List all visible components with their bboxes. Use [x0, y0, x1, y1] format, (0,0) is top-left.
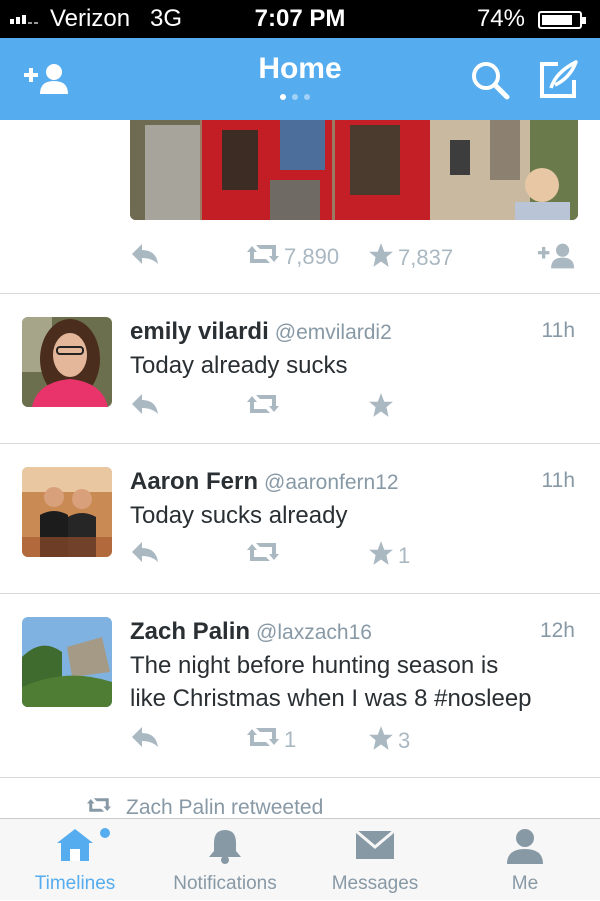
divider — [0, 293, 600, 294]
retweet-icon — [246, 725, 280, 755]
bell-icon — [206, 827, 244, 870]
star-icon — [368, 242, 394, 274]
avatar[interactable] — [22, 467, 112, 557]
tweet-text: The night before hunting season is like C… — [130, 652, 532, 712]
tweet-handle: @emvilardi2 — [274, 321, 392, 344]
tweet-text: Today sucks already — [130, 502, 348, 529]
reply-icon[interactable] — [130, 392, 160, 416]
retweet-icon — [246, 392, 280, 422]
star-icon — [368, 540, 394, 572]
retweet-button[interactable]: 1 — [246, 725, 296, 755]
follow-user-icon[interactable] — [536, 242, 576, 270]
tab-messages[interactable]: Messages — [300, 819, 450, 901]
tweet-author[interactable]: emily vilardi @emvilardi2 — [130, 318, 392, 346]
battery-icon — [538, 11, 586, 29]
nav-bar: Home — [0, 38, 600, 120]
tab-label: Notifications — [173, 873, 277, 894]
divider — [0, 593, 600, 594]
retweet-button[interactable]: 7,890 — [246, 242, 339, 272]
tweet-actions: 1 3 — [130, 725, 580, 755]
tweet-author[interactable]: Zach Palin @laxzach16 — [130, 618, 372, 646]
retweeted-by[interactable]: Zach Palin retweeted — [86, 796, 323, 818]
tab-label: Timelines — [34, 873, 116, 894]
favorite-button[interactable]: 1 — [368, 540, 410, 572]
tweet-timestamp: 12h — [539, 619, 575, 642]
retweet-icon — [246, 540, 280, 570]
tab-label: Me — [511, 873, 539, 894]
divider — [0, 443, 600, 444]
reply-icon[interactable] — [130, 540, 160, 564]
retweet-count: 1 — [284, 727, 297, 752]
retweet-button[interactable] — [246, 392, 280, 422]
retweeted-by-label: Zach Palin retweeted — [126, 796, 324, 818]
tweet-handle: @aaronfern12 — [264, 471, 399, 494]
envelope-icon — [354, 827, 396, 868]
favorite-button[interactable] — [368, 392, 394, 424]
retweet-button[interactable] — [246, 540, 280, 570]
divider — [0, 777, 600, 778]
page-indicator — [280, 94, 310, 100]
person-icon — [505, 827, 545, 870]
compose-tweet-icon[interactable] — [538, 58, 580, 105]
favorite-count: 7,837 — [398, 245, 454, 270]
tweet-timestamp: 11h — [541, 319, 575, 342]
favorite-button[interactable]: 3 — [368, 725, 410, 757]
tab-timelines[interactable]: Timelines — [0, 819, 150, 901]
tweet-timestamp: 11h — [541, 469, 575, 492]
tab-me[interactable]: Me — [450, 819, 600, 901]
retweet-icon — [246, 242, 280, 272]
tweet-text: Today already sucks — [130, 352, 348, 379]
tweet-actions: 1 — [130, 540, 580, 570]
battery-percentage: 74% — [476, 5, 525, 32]
page-title: Home — [258, 52, 342, 85]
tweet-media-image[interactable] — [130, 120, 578, 220]
tab-label: Messages — [331, 873, 419, 894]
status-bar: Verizon 3G 7:07 PM 74% — [0, 0, 600, 38]
star-icon — [368, 392, 394, 424]
retweet-count: 7,890 — [284, 244, 340, 269]
favorite-button[interactable]: 7,837 — [368, 242, 453, 274]
reply-icon[interactable] — [130, 242, 160, 266]
tweet-actions — [130, 392, 580, 422]
tweet-author[interactable]: Aaron Fern @aaronfern12 — [130, 468, 399, 496]
timeline[interactable]: 7,890 7,837 emily vilardi @emvilardi2 11h… — [0, 120, 600, 818]
avatar[interactable] — [22, 317, 112, 407]
search-icon[interactable] — [470, 60, 510, 105]
tab-bar: Timelines Notifications Messages Me — [0, 818, 600, 900]
star-icon — [368, 725, 394, 757]
tweet-handle: @laxzach16 — [256, 621, 372, 644]
favorite-count: 3 — [398, 728, 411, 753]
home-icon — [55, 827, 111, 870]
tab-notifications[interactable]: Notifications — [150, 819, 300, 901]
retweet-icon — [86, 796, 112, 818]
favorite-count: 1 — [398, 543, 411, 568]
reply-icon[interactable] — [130, 725, 160, 749]
avatar[interactable] — [22, 617, 112, 707]
top-tweet-actions: 7,890 7,837 — [130, 242, 580, 272]
